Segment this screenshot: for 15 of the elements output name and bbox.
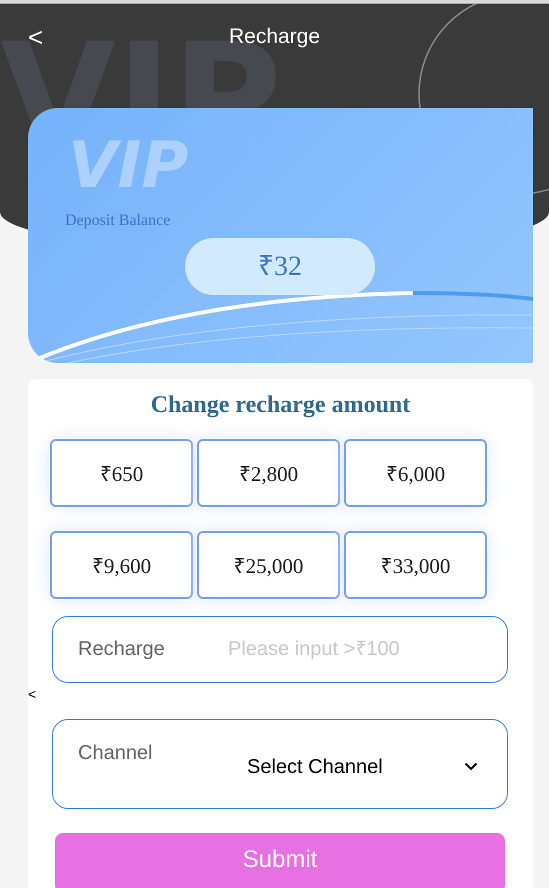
chevron-down-icon: [464, 762, 478, 771]
balance-label: Deposit Balance: [65, 212, 170, 230]
amount-option[interactable]: ₹25,000: [197, 531, 340, 599]
balance-amount: ₹32: [185, 238, 375, 295]
amount-option[interactable]: ₹650: [50, 439, 193, 507]
amount-option[interactable]: ₹33,000: [344, 531, 487, 599]
field-label: Channel: [78, 742, 154, 765]
amount-option[interactable]: ₹6,000: [344, 439, 487, 507]
select-value: Select Channel: [247, 756, 383, 779]
channel-select[interactable]: Channel Select Channel: [52, 719, 508, 809]
field-label: Recharge: [78, 638, 166, 661]
amount-option[interactable]: ₹9,600: [50, 531, 193, 599]
panel-title: Change recharge amount: [150, 392, 412, 419]
amount-option[interactable]: ₹2,800: [197, 439, 340, 507]
stray-mark: <: [28, 686, 36, 702]
